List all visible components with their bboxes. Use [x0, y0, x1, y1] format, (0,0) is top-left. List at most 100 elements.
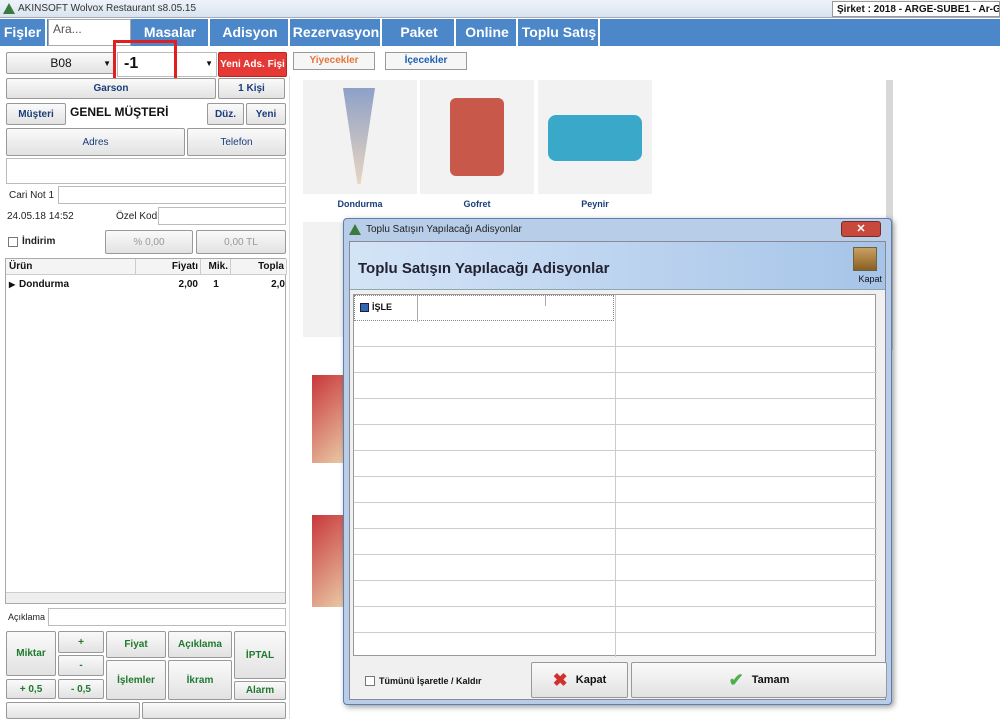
- ozel-kod-label: Özel Kod: [116, 211, 158, 222]
- tab-paket[interactable]: Paket: [384, 19, 456, 46]
- dialog-ok-button[interactable]: ✔ Tamam: [631, 662, 887, 698]
- people-count-button[interactable]: 1 Kişi: [218, 78, 285, 99]
- address-textarea[interactable]: [6, 158, 286, 184]
- dialog-close-button[interactable]: ✕: [841, 221, 881, 237]
- new-receipt-button[interactable]: Yeni Ads. Fişi: [218, 52, 287, 77]
- grid-row[interactable]: [354, 581, 877, 607]
- grid-header-isle: İŞLE: [372, 302, 393, 312]
- product-card-partial[interactable]: [303, 222, 343, 337]
- waiter-button[interactable]: Garson: [6, 78, 216, 99]
- minus-button[interactable]: -: [58, 655, 104, 676]
- bottom-right-button[interactable]: [142, 702, 286, 719]
- window-title: AKINSOFT Wolvox Restaurant s8.05.15: [18, 3, 197, 14]
- product-card-gofret[interactable]: [420, 80, 534, 194]
- ozel-kod-input[interactable]: [158, 207, 286, 225]
- toplu-satis-dialog: Toplu Satışın Yapılacağı Adisyonlar ✕ To…: [343, 218, 892, 705]
- order-col-qty[interactable]: Mik.: [201, 259, 231, 275]
- order-row-total[interactable]: 2,0: [231, 277, 285, 293]
- grid-row[interactable]: [354, 555, 877, 581]
- islemler-button[interactable]: İşlemler: [106, 660, 166, 700]
- dialog-header: Toplu Satışın Yapılacağı Adisyonlar Kapa…: [350, 242, 885, 290]
- product-card-partial[interactable]: [312, 375, 343, 463]
- app-icon: [3, 3, 15, 14]
- divider: [289, 76, 290, 719]
- phone-button[interactable]: Telefon: [187, 128, 286, 156]
- grid-row[interactable]: [354, 503, 877, 529]
- cheese-image: [548, 115, 642, 161]
- aciklama-label: Açıklama: [8, 612, 46, 622]
- adisyon-grid: İŞLE: [353, 294, 877, 657]
- tab-fisler[interactable]: Fişler: [0, 19, 47, 46]
- order-row-product[interactable]: Dondurma: [19, 277, 136, 293]
- ikram-button[interactable]: İkram: [168, 660, 232, 700]
- grid-row[interactable]: [354, 477, 877, 503]
- product-card-partial[interactable]: [312, 515, 343, 607]
- dialog-title: Toplu Satışın Yapılacağı Adisyonlar: [366, 224, 522, 235]
- dialog-footer: Tümünü İşaretle / Kaldır ✖ Kapat ✔ Tamam: [350, 660, 887, 700]
- discount-amount-field[interactable]: 0,00 TL: [196, 230, 286, 254]
- chevron-down-icon: ▼: [103, 58, 111, 68]
- grid-row[interactable]: [354, 347, 877, 373]
- alarm-button[interactable]: Alarm: [234, 681, 286, 700]
- order-row-qty[interactable]: 1: [201, 277, 231, 293]
- grid-row[interactable]: [354, 373, 877, 399]
- order-col-total[interactable]: Topla: [231, 259, 287, 275]
- dialog-header-close-label[interactable]: Kapat: [858, 274, 882, 284]
- grid-row[interactable]: [354, 451, 877, 477]
- header-col-divider: [417, 296, 418, 322]
- category-icecekler[interactable]: İçecekler: [385, 52, 467, 70]
- header-col-divider: [545, 296, 546, 306]
- product-name-gofret: Gofret: [463, 199, 491, 209]
- fiyat-button[interactable]: Fiyat: [106, 631, 166, 658]
- order-col-product[interactable]: Ürün: [6, 259, 136, 275]
- customer-button[interactable]: Müşteri: [6, 103, 66, 125]
- grid-row[interactable]: [354, 321, 877, 347]
- iptal-button[interactable]: İPTAL: [234, 631, 286, 679]
- grid-row[interactable]: [354, 607, 877, 633]
- wafer-image: [450, 98, 504, 176]
- customer-new-button[interactable]: Yeni: [246, 103, 286, 125]
- tab-adisyon[interactable]: Adisyon: [212, 19, 290, 46]
- plus-button[interactable]: +: [58, 631, 104, 653]
- product-name-dondurma: Dondurma: [337, 199, 383, 209]
- chevron-down-icon: ▼: [205, 59, 213, 68]
- grid-header-row[interactable]: İŞLE: [354, 295, 614, 322]
- door-icon: [853, 247, 877, 271]
- discount-percent-field[interactable]: % 0,00: [105, 230, 193, 254]
- order-grid: Ürün Fiyatı Mik. Topla ▶ Dondurma 2,00 1…: [5, 258, 287, 604]
- customer-name: GENEL MÜŞTERİ: [70, 105, 169, 119]
- grid-row[interactable]: [354, 425, 877, 451]
- category-yiyecekler[interactable]: Yiyecekler: [293, 52, 375, 70]
- order-grid-scrollbar[interactable]: [6, 592, 285, 603]
- tab-toplu-satis[interactable]: Toplu Satış: [520, 19, 600, 46]
- address-button[interactable]: Adres: [6, 128, 185, 156]
- product-card-peynir[interactable]: [538, 80, 652, 194]
- cari-not-input[interactable]: [58, 186, 286, 204]
- aciklama-input[interactable]: [48, 608, 286, 626]
- title-bar: AKINSOFT Wolvox Restaurant s8.05.15 Şirk…: [0, 0, 1000, 18]
- aciklama-button[interactable]: Açıklama: [168, 631, 232, 658]
- miktar-button[interactable]: Miktar: [6, 631, 56, 676]
- order-col-price[interactable]: Fiyatı: [136, 259, 201, 275]
- check-icon: ✔: [728, 669, 744, 690]
- dialog-cancel-button[interactable]: ✖ Kapat: [531, 662, 628, 698]
- grid-row[interactable]: [354, 399, 877, 425]
- product-card-dondurma[interactable]: [303, 80, 417, 194]
- bottom-left-button[interactable]: [6, 702, 140, 719]
- tab-rezervasyon[interactable]: Rezervasyon: [292, 19, 382, 46]
- cari-not-label: Cari Not 1: [9, 190, 55, 201]
- discount-checkbox[interactable]: [8, 237, 18, 247]
- tab-online[interactable]: Online: [458, 19, 518, 46]
- dialog-heading: Toplu Satışın Yapılacağı Adisyonlar: [358, 260, 610, 277]
- table-select-value: B08: [50, 56, 72, 70]
- checkbox-icon[interactable]: [360, 303, 369, 312]
- ice-cream-image: [343, 88, 375, 184]
- plus-half-button[interactable]: + 0,5: [6, 679, 56, 699]
- minus-half-button[interactable]: - 0,5: [58, 679, 104, 699]
- check-all-checkbox[interactable]: [365, 676, 375, 686]
- order-row-price[interactable]: 2,00: [136, 277, 198, 293]
- customer-edit-button[interactable]: Düz.: [207, 103, 244, 125]
- grid-row[interactable]: [354, 529, 877, 555]
- table-select[interactable]: B08 ▼: [6, 52, 116, 74]
- dialog-ok-label: Tamam: [751, 674, 790, 686]
